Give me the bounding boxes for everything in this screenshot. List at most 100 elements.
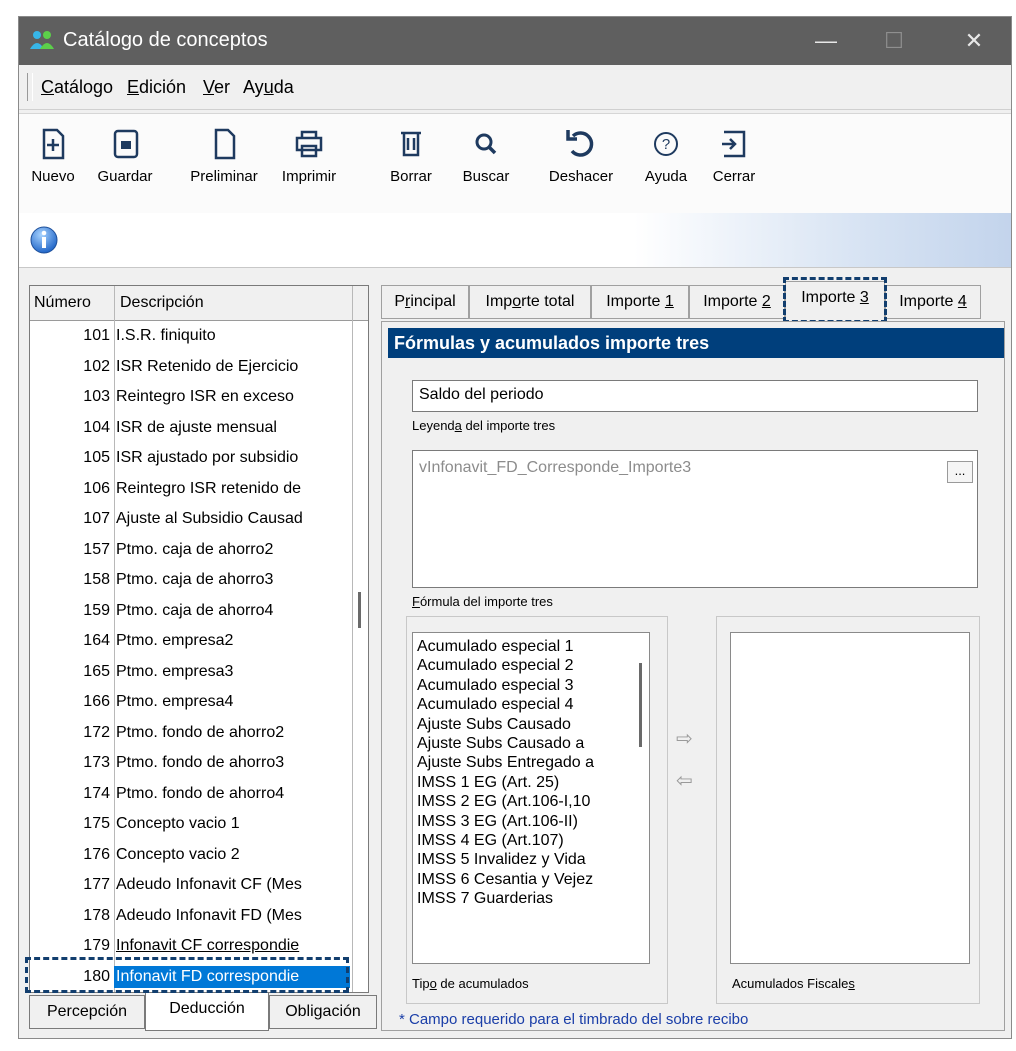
delete-button[interactable]: Borrar	[381, 124, 441, 185]
tab-importe-2[interactable]: Importe 2	[689, 285, 785, 319]
save-button[interactable]: Guardar	[87, 124, 163, 185]
table-row[interactable]: 177 Adeudo Infonavit CF (Mes	[30, 871, 352, 902]
table-row[interactable]: 105 ISR ajustado por subsidio	[30, 444, 352, 475]
table-row[interactable]: 101 I.S.R. finiquito	[30, 322, 352, 353]
table-row[interactable]: 174 Ptmo. fondo de ahorro4	[30, 780, 352, 811]
table-row[interactable]: 159 Ptmo. caja de ahorro4	[30, 597, 352, 628]
row-description: ISR Retenido de Ejercicio	[116, 357, 299, 375]
formula-input[interactable]: vInfonavit_FD_Corresponde_Importe3 ...	[412, 450, 978, 588]
row-number: 172	[83, 723, 110, 741]
table-row[interactable]: 173 Ptmo. fondo de ahorro3	[30, 749, 352, 780]
fiscales-list[interactable]	[730, 632, 970, 964]
row-number: 165	[83, 662, 110, 680]
close-tool-button[interactable]: Cerrar	[703, 124, 765, 185]
table-row[interactable]: 166 Ptmo. empresa4	[30, 688, 352, 719]
search-button[interactable]: Buscar	[451, 124, 521, 185]
search-icon	[475, 133, 497, 155]
list-item[interactable]: IMSS 4 EG (Art.107)	[417, 831, 594, 850]
table-row[interactable]: 172 Ptmo. fondo de ahorro2	[30, 719, 352, 750]
tab-percepcion[interactable]: Percepción	[29, 995, 145, 1029]
search-label: Buscar	[462, 168, 510, 185]
add-arrow-button[interactable]: ⇨	[676, 726, 693, 751]
table-row[interactable]: 103 Reintegro ISR en exceso	[30, 383, 352, 414]
acumulados-list[interactable]: Acumulado especial 1 Acumulado especial 2…	[412, 632, 650, 964]
minimize-button[interactable]: —	[803, 23, 849, 59]
table-row[interactable]: 176 Concepto vacio 2	[30, 841, 352, 872]
row-number: 102	[83, 357, 110, 375]
list-item[interactable]: IMSS 7 Guarderias	[417, 889, 594, 908]
list-item[interactable]: Ajuste Subs Causado a	[417, 734, 594, 753]
formula-editor-button[interactable]: ...	[947, 461, 973, 483]
toolbar: Nuevo Guardar Preliminar Imprimir Borrar	[19, 113, 1011, 215]
print-button[interactable]: Imprimir	[271, 124, 347, 185]
table-row[interactable]: 102 ISR Retenido de Ejercicio	[30, 353, 352, 384]
tab-obligacion[interactable]: Obligación	[269, 995, 377, 1029]
table-row[interactable]: 175 Concepto vacio 1	[30, 810, 352, 841]
list-item[interactable]: Acumulado especial 2	[417, 656, 594, 675]
users-icon	[30, 31, 54, 49]
list-item[interactable]: IMSS 2 EG (Art.106-I,10	[417, 792, 594, 811]
scrollbar-divider	[352, 286, 353, 992]
table-row[interactable]: 104 ISR de ajuste mensual	[30, 414, 352, 445]
table-row[interactable]: 107 Ajuste al Subsidio Causad	[30, 505, 352, 536]
menu-ayuda[interactable]: Ayuda	[243, 77, 294, 98]
section-title: Fórmulas y acumulados importe tres	[388, 328, 1004, 358]
tab-importe-1[interactable]: Importe 1	[591, 285, 689, 319]
list-item[interactable]: Acumulado especial 1	[417, 637, 594, 656]
list-item[interactable]: Acumulado especial 4	[417, 695, 594, 714]
table-row[interactable]: 178 Adeudo Infonavit FD (Mes	[30, 902, 352, 933]
row-description: Concepto vacio 2	[116, 845, 240, 863]
preview-button[interactable]: Preliminar	[179, 124, 269, 185]
menu-catalogo[interactable]: Catálogo	[41, 77, 113, 98]
trash-icon	[401, 131, 421, 157]
tab-importe-total[interactable]: Importe total	[469, 285, 591, 319]
list-item[interactable]: Acumulado especial 3	[417, 676, 594, 695]
help-button[interactable]: ? Ayuda	[633, 124, 699, 185]
row-description: Ptmo. caja de ahorro3	[116, 571, 274, 588]
tab-deduccion[interactable]: Deducción	[145, 993, 269, 1031]
header-numero[interactable]: Número	[34, 294, 91, 312]
list-item[interactable]: IMSS 5 Invalidez y Vida	[417, 850, 594, 869]
new-button[interactable]: Nuevo	[21, 124, 85, 185]
row-number: 179	[83, 937, 110, 954]
row-number: 106	[83, 479, 110, 497]
table-row[interactable]: 164 Ptmo. empresa2	[30, 627, 352, 658]
row-description: Adeudo Infonavit CF (Mes	[116, 876, 302, 893]
maximize-button[interactable]: ☐	[871, 23, 917, 59]
save-label: Guardar	[97, 168, 153, 185]
row-description: I.S.R. finiquito	[116, 327, 216, 344]
legend-label: Leyenda del importe tres	[412, 418, 556, 433]
list-item[interactable]: IMSS 1 EG (Art. 25)	[417, 773, 594, 792]
formula-value: vInfonavit_FD_Corresponde_Importe3	[419, 459, 692, 476]
menu-ver[interactable]: Ver	[203, 77, 230, 98]
formula-label: Fórmula del importe tres	[412, 594, 553, 609]
list-scrollbar-thumb[interactable]	[358, 592, 361, 628]
tab-importe-4[interactable]: Importe 4	[885, 285, 981, 319]
header-descripcion[interactable]: Descripción	[120, 294, 204, 312]
remove-arrow-button[interactable]: ⇦	[676, 768, 693, 793]
menu-grip	[27, 73, 33, 101]
preview-label: Preliminar	[190, 168, 258, 185]
table-row[interactable]: 157 Ptmo. caja de ahorro2	[30, 536, 352, 567]
list-item[interactable]: Ajuste Subs Causado	[417, 715, 594, 734]
exit-icon	[722, 130, 746, 158]
menu-edicion[interactable]: Edición	[127, 77, 186, 98]
legend-input[interactable]: Saldo del periodo	[412, 380, 978, 412]
row-number: 176	[83, 845, 110, 863]
table-row[interactable]: 106 Reintegro ISR retenido de	[30, 475, 352, 506]
selection-highlight	[25, 957, 349, 993]
delete-label: Borrar	[390, 168, 432, 185]
undo-button[interactable]: Deshacer	[537, 124, 625, 185]
table-row[interactable]: 158 Ptmo. caja de ahorro3	[30, 566, 352, 597]
list-item[interactable]: IMSS 3 EG (Art.106-II)	[417, 812, 594, 831]
help-icon: ?	[654, 132, 678, 156]
row-number: 177	[83, 876, 110, 893]
close-button[interactable]: ✕	[951, 23, 997, 59]
concepts-list[interactable]: Número Descripción 101 I.S.R. finiquito 10…	[29, 285, 369, 993]
table-row[interactable]: 165 Ptmo. empresa3	[30, 658, 352, 689]
list-item[interactable]: Ajuste Subs Entregado a	[417, 753, 594, 772]
list-item[interactable]: IMSS 6 Cesantia y Vejez	[417, 870, 594, 889]
tab-principal[interactable]: Principal	[381, 285, 469, 319]
acumulados-scrollbar-thumb[interactable]	[639, 663, 642, 747]
window-title: Catálogo de conceptos	[63, 29, 268, 51]
